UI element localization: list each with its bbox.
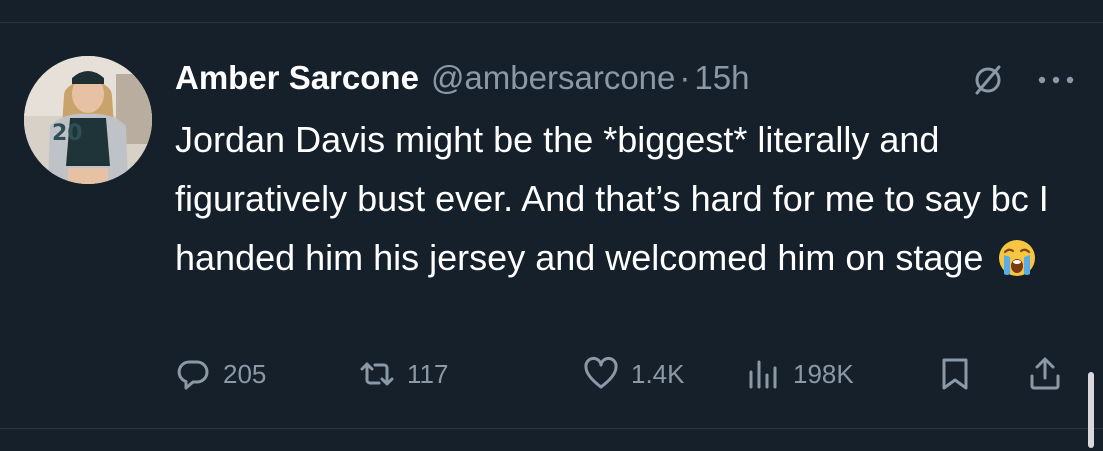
avatar[interactable]: 20 xyxy=(24,56,152,184)
heart-icon xyxy=(584,356,618,389)
user-handle[interactable]: @ambersarcone xyxy=(431,59,675,97)
tweet-body: Jordan Davis might be the *biggest* lite… xyxy=(175,110,1075,287)
crying-face-emoji xyxy=(999,240,1036,276)
views-button[interactable]: 198K xyxy=(745,352,854,396)
retweet-icon xyxy=(360,362,394,386)
hide-icon[interactable] xyxy=(970,62,1006,98)
bookmark-button[interactable] xyxy=(937,352,985,396)
tweet-text: Jordan Davis might be the *biggest* lite… xyxy=(175,119,1049,278)
share-button[interactable] xyxy=(1027,352,1075,396)
reply-button[interactable]: 205 xyxy=(175,352,266,396)
like-button[interactable]: 1.4K xyxy=(583,352,685,396)
display-name[interactable]: Amber Sarcone xyxy=(175,59,419,97)
svg-text:20: 20 xyxy=(52,121,83,146)
tweet-card[interactable]: 20 Amber Sarcone @ambersarcone · 15h Jor… xyxy=(0,0,1103,451)
tweet-header: Amber Sarcone @ambersarcone · 15h xyxy=(175,56,749,100)
timestamp[interactable]: 15h xyxy=(694,59,749,97)
avatar-photo: 20 xyxy=(24,56,152,184)
scrollbar[interactable] xyxy=(1088,372,1094,448)
retweet-count: 117 xyxy=(407,358,449,389)
reply-count: 205 xyxy=(223,358,267,389)
views-icon xyxy=(749,360,777,389)
more-icon[interactable] xyxy=(1032,62,1080,98)
like-count: 1.4K xyxy=(631,358,685,389)
views-count: 198K xyxy=(793,358,854,389)
bookmark-icon xyxy=(942,358,968,390)
retweet-button[interactable]: 117 xyxy=(359,352,448,396)
top-divider xyxy=(0,22,1103,23)
share-icon xyxy=(1030,357,1060,390)
bottom-divider xyxy=(0,428,1103,429)
tweet-actions: 205 117 1.4K 198K xyxy=(175,352,1075,396)
separator-dot: · xyxy=(679,59,691,96)
reply-icon xyxy=(177,360,209,390)
